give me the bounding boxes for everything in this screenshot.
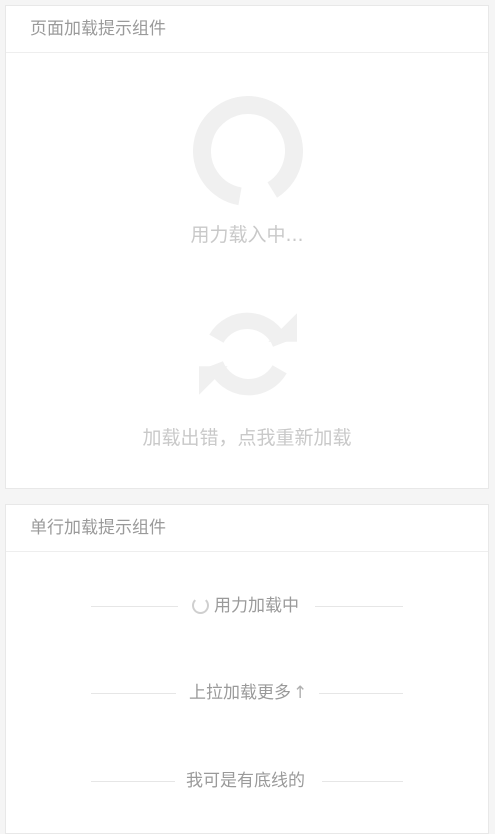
loading-row-text: 用力加载中 [214, 596, 299, 616]
loading-spinner-icon [193, 96, 303, 206]
divider-line [322, 781, 403, 782]
line-loading-title: 单行加载提示组件 [6, 505, 488, 552]
divider-line [91, 781, 175, 782]
line-loading-row: 用力加载中 [6, 594, 488, 618]
page-root: 页面加载提示组件 用力载入中... 加载出错，点我重新加载 单行加载提示组件 用… [0, 0, 495, 834]
pull-more-text: 上拉加载更多 [189, 683, 291, 703]
divider-line [91, 693, 176, 694]
bottom-line-text: 我可是有底线的 [186, 771, 305, 791]
divider-line [91, 606, 178, 607]
divider-line [315, 606, 403, 607]
bottom-line-row: 我可是有底线的 [6, 769, 488, 793]
arrow-up-icon: ↑ [293, 683, 308, 703]
page-loading-title: 页面加载提示组件 [6, 6, 488, 53]
loading-text: 用力载入中... [190, 224, 304, 246]
page-loading-card: 页面加载提示组件 用力载入中... 加载出错，点我重新加载 [5, 5, 489, 489]
divider-line [319, 693, 403, 694]
reload-text[interactable]: 加载出错，点我重新加载 [6, 423, 488, 450]
loading-row-label: 用力加载中 [192, 594, 299, 618]
refresh-icon[interactable] [197, 303, 299, 405]
mini-spinner-icon [192, 597, 209, 614]
pull-more-label: 上拉加载更多 ↑ [189, 681, 307, 705]
pull-more-row[interactable]: 上拉加载更多 ↑ [6, 681, 488, 705]
line-loading-card: 单行加载提示组件 用力加载中 上拉加载更多 ↑ 我可是有底线的 [5, 504, 489, 834]
